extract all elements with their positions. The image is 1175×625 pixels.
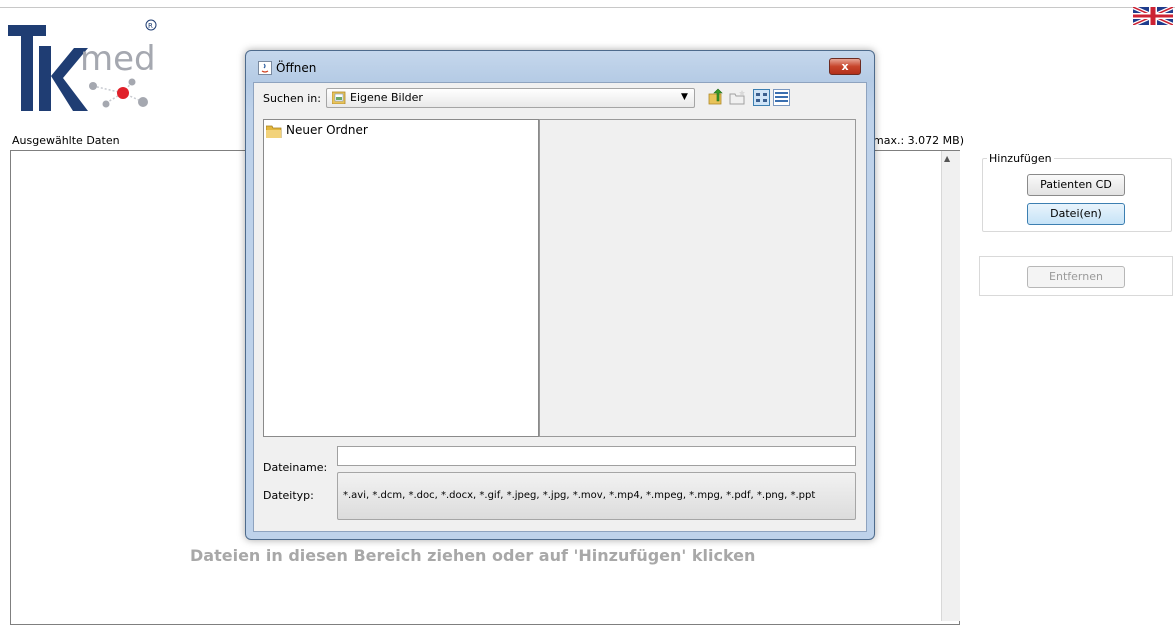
filetype-label: Dateityp:: [263, 489, 314, 502]
uk-flag-icon[interactable]: [1133, 7, 1173, 25]
java-app-icon: [258, 61, 272, 75]
chevron-down-icon[interactable]: ▼: [681, 92, 688, 102]
app-border: [0, 7, 1175, 8]
filename-input[interactable]: [337, 446, 856, 466]
file-preview-pane: [539, 119, 856, 437]
close-button[interactable]: x: [829, 58, 861, 75]
add-group-title: Hinzufügen: [987, 152, 1054, 165]
drop-zone-hint: Dateien in diesen Bereich ziehen oder au…: [190, 546, 756, 565]
scroll-up-arrow-icon[interactable]: ▲: [944, 154, 950, 163]
pictures-folder-icon: [332, 91, 346, 104]
look-in-value: Eigene Bilder: [350, 91, 423, 104]
up-folder-icon[interactable]: [708, 88, 724, 106]
filename-label: Dateiname:: [263, 461, 328, 474]
svg-text:med: med: [80, 39, 156, 79]
add-files-button[interactable]: Datei(en): [1027, 203, 1125, 225]
file-list[interactable]: [263, 119, 539, 437]
patient-cd-button[interactable]: Patienten CD: [1027, 174, 1125, 196]
vertical-scrollbar[interactable]: [941, 151, 960, 621]
new-folder-icon[interactable]: [729, 88, 747, 106]
look-in-label: Suchen in:: [263, 92, 321, 105]
svg-text:R: R: [148, 22, 153, 30]
remove-button[interactable]: Entfernen: [1027, 266, 1125, 288]
tkmed-logo: med R: [8, 19, 157, 111]
folder-icon[interactable]: [266, 124, 282, 138]
details-view-icon[interactable]: [773, 89, 790, 106]
selected-data-label: Ausgewählte Daten: [12, 134, 120, 147]
size-limit-label: max.: 3.072 MB): [873, 134, 964, 147]
filetype-value: *.avi, *.dcm, *.doc, *.docx, *.gif, *.jp…: [343, 490, 816, 501]
dialog-title: Öffnen: [276, 61, 317, 75]
list-item[interactable]: Neuer Ordner: [286, 123, 368, 137]
list-view-icon[interactable]: [753, 89, 770, 106]
